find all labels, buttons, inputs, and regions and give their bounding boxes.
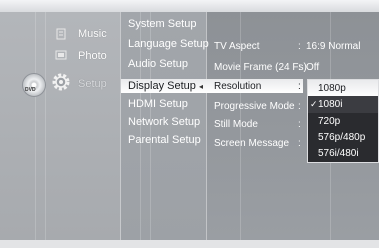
setting-movie-frame-value: Off	[306, 62, 320, 73]
submenu-arrow-icon: ◂	[199, 82, 204, 91]
menu-item-setup[interactable]: Setup	[78, 78, 107, 90]
setup-item-audio[interactable]: Audio Setup	[128, 58, 188, 70]
check-icon: ✓	[310, 99, 318, 109]
resolution-option-1080p[interactable]: 1080p	[308, 80, 378, 97]
setting-screen-message[interactable]: Screen Message	[214, 138, 289, 149]
column-divider	[45, 12, 46, 240]
menu-item-music[interactable]: Music	[78, 28, 107, 40]
option-label: 720p	[318, 116, 341, 127]
resolution-dropdown[interactable]: 1080p ✓ 1080i 720p 576p/480p 576i/480i	[307, 79, 379, 163]
setup-item-language[interactable]: Language Setup	[128, 38, 209, 50]
setting-colon: :	[298, 41, 301, 52]
photo-icon	[55, 49, 67, 61]
setting-resolution[interactable]: Resolution	[214, 81, 261, 92]
bottom-bar	[0, 240, 379, 248]
setting-colon: :	[298, 101, 301, 112]
main-menu-column	[0, 12, 120, 240]
resolution-option-576p-480p[interactable]: 576p/480p	[308, 129, 378, 146]
gear-icon	[50, 71, 72, 93]
setting-tv-aspect[interactable]: TV Aspect	[214, 41, 260, 52]
option-label: 576i/480i	[318, 148, 359, 159]
resolution-option-720p[interactable]: 720p	[308, 113, 378, 130]
setup-item-display[interactable]: Display Setup	[128, 80, 196, 92]
option-label: 576p/480p	[318, 132, 366, 143]
setting-colon: :	[298, 119, 301, 130]
option-label: 1080i	[318, 99, 343, 110]
setting-colon: :	[298, 62, 301, 73]
setting-still-mode[interactable]: Still Mode	[214, 119, 258, 130]
top-bar	[0, 0, 379, 12]
option-label: 1080p	[318, 83, 346, 94]
setting-colon: :	[298, 81, 301, 92]
menu-item-photo[interactable]: Photo	[78, 50, 107, 62]
column-divider	[35, 12, 36, 240]
setting-colon: :	[298, 138, 301, 149]
resolution-option-576i-480i[interactable]: 576i/480i	[308, 145, 378, 162]
disc-label: DVD	[25, 87, 36, 93]
setting-progressive-mode[interactable]: Progressive Mode	[214, 101, 295, 112]
dvd-disc-icon: DVD	[22, 73, 46, 97]
setting-tv-aspect-value: 16:9 Normal	[306, 41, 361, 52]
setting-movie-frame[interactable]: Movie Frame (24 Fs)	[214, 62, 307, 73]
setup-item-network[interactable]: Network Setup	[128, 116, 200, 128]
setup-item-hdmi[interactable]: HDMI Setup	[128, 98, 188, 110]
resolution-option-1080i[interactable]: ✓ 1080i	[308, 96, 378, 113]
setup-item-system[interactable]: System Setup	[128, 18, 196, 30]
setup-screen: Music Photo DVD Setup System Setup Langu…	[0, 0, 379, 248]
setup-item-parental[interactable]: Parental Setup	[128, 134, 201, 146]
music-note-icon	[55, 28, 67, 40]
